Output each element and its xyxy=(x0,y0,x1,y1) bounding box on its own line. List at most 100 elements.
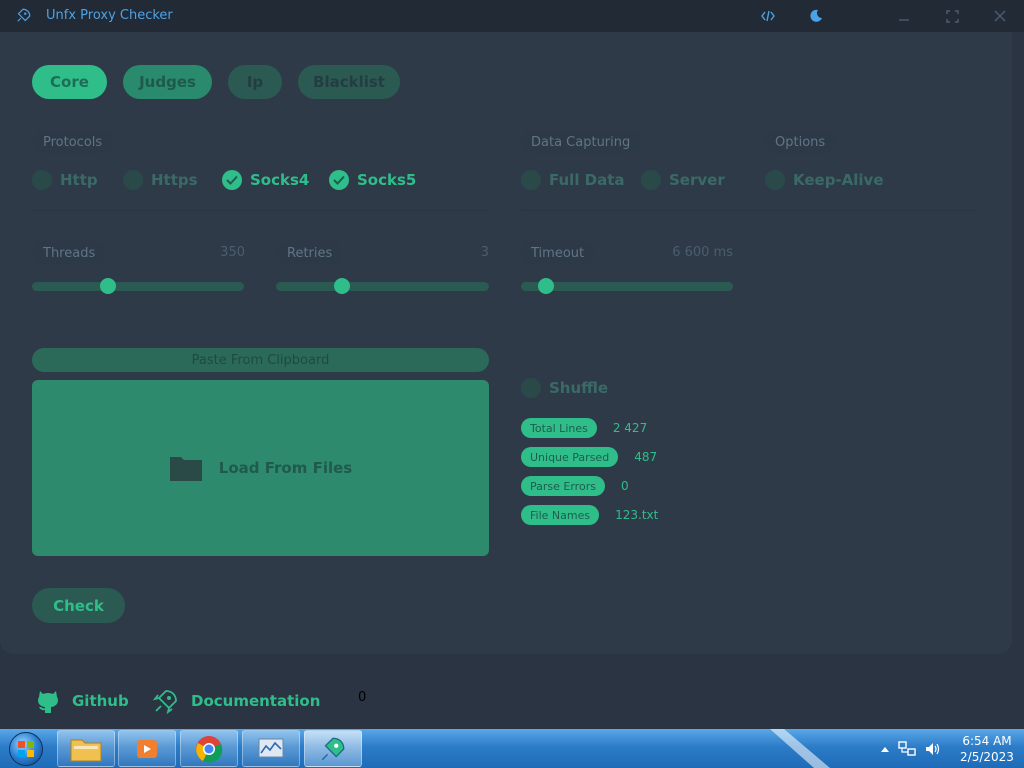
start-button[interactable] xyxy=(4,730,48,767)
taskbar-media-player[interactable] xyxy=(118,730,176,767)
tab-blacklist[interactable]: Blacklist xyxy=(298,65,400,99)
checkbox-indicator xyxy=(521,378,541,398)
folder-icon xyxy=(169,457,202,481)
stat-total-lines: Total Lines 2 427 xyxy=(521,418,647,438)
taskbar-explorer[interactable] xyxy=(57,730,115,767)
documentation-label: Documentation xyxy=(191,692,321,710)
main-panel xyxy=(0,32,1012,654)
stat-label: File Names xyxy=(521,505,600,525)
tab-ip[interactable]: Ip xyxy=(228,65,282,99)
rocket-icon xyxy=(321,737,345,760)
protocol-https[interactable]: Https xyxy=(123,170,198,190)
stat-label: Total Lines xyxy=(521,418,597,438)
windows-logo-icon xyxy=(9,731,43,766)
minimize-button[interactable] xyxy=(894,6,914,26)
shuffle-label: Shuffle xyxy=(549,379,609,397)
protocol-http-label: Http xyxy=(60,171,98,189)
stray-text: 0 xyxy=(358,690,367,705)
checkbox-indicator xyxy=(32,170,52,190)
documentation-link[interactable]: Documentation xyxy=(153,688,320,714)
stat-label: Parse Errors xyxy=(521,476,605,496)
check-icon xyxy=(222,170,242,190)
theme-toggle-button[interactable] xyxy=(806,6,826,26)
moon-icon xyxy=(810,9,822,22)
retries-label: Retries xyxy=(277,241,343,265)
media-player-icon xyxy=(137,739,157,758)
tab-core[interactable]: Core xyxy=(32,65,107,99)
protocol-socks4[interactable]: Socks4 xyxy=(222,170,309,190)
clock-time: 6:54 AM xyxy=(962,734,1012,748)
stat-value: 487 xyxy=(634,450,658,464)
data-capturing-label: Data Capturing xyxy=(521,130,641,154)
options-label: Options xyxy=(765,130,836,154)
minimize-icon xyxy=(899,19,909,21)
code-icon xyxy=(761,10,775,22)
close-button[interactable] xyxy=(990,6,1010,26)
clock-date: 2/5/2023 xyxy=(960,750,1014,764)
checkbox-indicator xyxy=(521,170,541,190)
protocol-https-label: Https xyxy=(151,171,198,189)
retries-value: 3 xyxy=(480,245,489,260)
github-icon xyxy=(38,691,58,713)
stat-value: 0 xyxy=(620,479,629,493)
timeout-label: Timeout xyxy=(521,241,595,265)
stat-value: 123.txt xyxy=(615,508,659,522)
window-title: Unfx Proxy Checker xyxy=(46,8,173,23)
checkbox-indicator xyxy=(641,170,661,190)
retries-slider[interactable] xyxy=(276,282,489,291)
divider xyxy=(521,210,977,211)
rocket-icon xyxy=(17,8,31,22)
divider xyxy=(32,210,489,211)
devtools-button[interactable] xyxy=(758,6,778,26)
protocol-socks4-label: Socks4 xyxy=(250,171,310,189)
capture-server[interactable]: Server xyxy=(641,170,725,190)
title-bar: Unfx Proxy Checker xyxy=(0,0,1024,32)
timeout-value: 6 600 ms xyxy=(672,245,733,260)
stat-unique-parsed: Unique Parsed 487 xyxy=(521,447,657,467)
shuffle-toggle[interactable]: Shuffle xyxy=(521,378,608,398)
chrome-icon xyxy=(196,735,223,763)
stat-label: Unique Parsed xyxy=(521,447,619,467)
threads-slider[interactable] xyxy=(32,282,244,291)
github-link[interactable]: Github xyxy=(36,688,129,714)
taskbar-clock[interactable]: 6:54 AM 2/5/2023 xyxy=(956,733,1018,765)
checkbox-indicator xyxy=(765,170,785,190)
capture-full-data-label: Full Data xyxy=(549,171,625,189)
taskbar-proxy-checker[interactable] xyxy=(304,730,362,767)
network-icon[interactable] xyxy=(898,740,916,757)
system-tray xyxy=(880,729,942,768)
protocol-socks5-label: Socks5 xyxy=(357,171,417,189)
stat-parse-errors: Parse Errors 0 xyxy=(521,476,629,496)
load-from-files-dropzone[interactable]: Load From Files xyxy=(32,380,489,556)
rocket-icon xyxy=(153,690,177,714)
check-icon xyxy=(329,170,349,190)
protocols-label: Protocols xyxy=(33,130,113,154)
github-label: Github xyxy=(72,692,129,710)
maximize-button[interactable] xyxy=(942,6,962,26)
folder-icon xyxy=(70,739,102,761)
option-keep-alive[interactable]: Keep-Alive xyxy=(765,170,884,190)
stat-value: 2 427 xyxy=(612,421,648,435)
threads-value: 350 xyxy=(220,245,245,260)
stat-file-names: File Names 123.txt xyxy=(521,505,658,525)
close-icon xyxy=(994,10,1006,22)
taskbar-monitor-app[interactable] xyxy=(242,730,300,767)
load-from-files-label: Load From Files xyxy=(218,459,353,477)
protocol-socks5[interactable]: Socks5 xyxy=(329,170,416,190)
retries-slider-thumb[interactable] xyxy=(334,278,351,294)
option-keep-alive-label: Keep-Alive xyxy=(793,171,884,189)
paste-from-clipboard-button[interactable]: Paste From Clipboard xyxy=(32,348,489,372)
taskbar-chrome[interactable] xyxy=(180,730,238,767)
tab-judges[interactable]: Judges xyxy=(123,65,212,99)
capture-server-label: Server xyxy=(669,171,725,189)
check-button[interactable]: Check xyxy=(32,588,125,623)
volume-icon[interactable] xyxy=(924,741,942,757)
windows-taskbar: 6:54 AM 2/5/2023 xyxy=(0,729,1024,768)
capture-full-data[interactable]: Full Data xyxy=(521,170,625,190)
show-hidden-icons-icon[interactable] xyxy=(880,745,890,753)
protocol-http[interactable]: Http xyxy=(32,170,98,190)
checkbox-indicator xyxy=(123,170,143,190)
performance-monitor-icon xyxy=(258,738,284,757)
threads-label: Threads xyxy=(33,241,106,265)
maximize-icon xyxy=(945,9,959,23)
